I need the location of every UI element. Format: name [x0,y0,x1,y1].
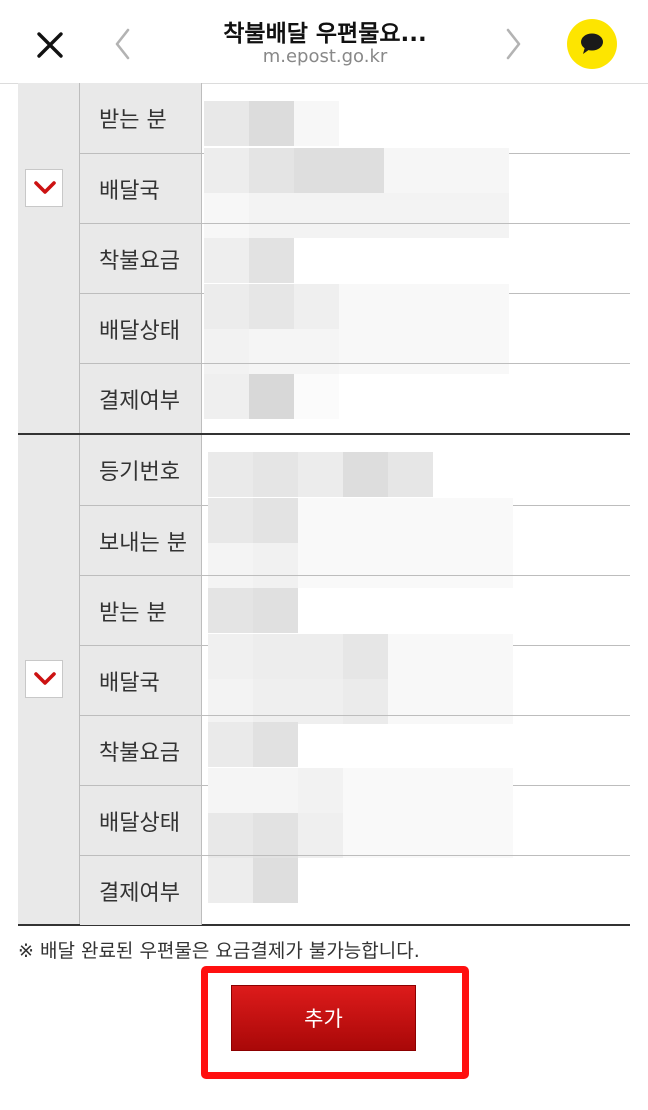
row-label: 착불요금 [80,224,202,293]
row-label: 배달상태 [80,294,202,363]
table-row: 보내는 분 [80,498,630,588]
table-row: 결제여부 [80,855,630,925]
row-label: 배달상태 [80,786,202,855]
row-label: 배달국 [80,646,202,715]
chevron-down-icon [34,181,56,194]
chevron-left-icon [115,28,130,60]
row-value-redacted [202,364,630,433]
page-title: 착불배달 우편물요... [223,21,427,47]
chevron-right-icon [506,28,521,60]
table-row: 등기번호 [80,435,630,505]
group-select-cell [18,435,80,924]
chevron-down-icon [34,672,56,685]
row-label: 배달국 [80,154,202,223]
parcel-group-1: 받는 분 배달국 착불요금 배달상태 결제여부 [18,83,630,435]
payment-notice: ※ 배달 완료된 우편물은 요금결제가 불가능합니다. [18,940,420,962]
row-value-redacted [202,284,630,374]
table-row: 배달국 [80,634,630,724]
kakaotalk-icon [581,33,603,54]
close-button[interactable] [30,25,70,65]
group-1-checkbox[interactable] [25,169,63,207]
row-label: 받는 분 [80,576,202,645]
row-label: 결제여부 [80,364,202,433]
row-label: 결제여부 [80,856,202,925]
row-value-redacted [202,856,630,925]
table-row: 배달상태 [80,768,630,858]
close-icon [37,32,63,58]
row-label: 보내는 분 [80,506,202,575]
table-row: 배달상태 [80,284,630,374]
row-value-redacted [202,498,630,588]
table-row: 받는 분 [80,83,630,153]
table-row: 배달국 [80,148,630,238]
forward-button[interactable] [498,24,528,64]
top-bar: 착불배달 우편물요... m.epost.go.kr [0,0,648,84]
kakaotalk-share-button[interactable] [567,19,617,69]
group-select-cell [18,83,80,433]
back-button[interactable] [108,24,138,64]
add-button[interactable]: 추가 [231,985,416,1051]
page-url: m.epost.go.kr [262,46,388,67]
row-value-redacted [202,634,630,724]
row-label: 착불요금 [80,716,202,785]
row-value-redacted [202,83,630,153]
parcel-group-2: 등기번호 보내는 분 받는 분 배달국 착불요금 배달상태 결제여부 [18,435,630,926]
table-row: 착불요금 [80,223,630,293]
table-row: 결제여부 [80,363,630,433]
row-label: 받는 분 [80,83,202,153]
row-value-redacted [202,148,630,238]
row-value-redacted [202,224,630,293]
row-label: 등기번호 [80,435,202,505]
group-2-checkbox[interactable] [25,660,63,698]
row-value-redacted [202,768,630,858]
row-value-redacted [202,435,630,505]
